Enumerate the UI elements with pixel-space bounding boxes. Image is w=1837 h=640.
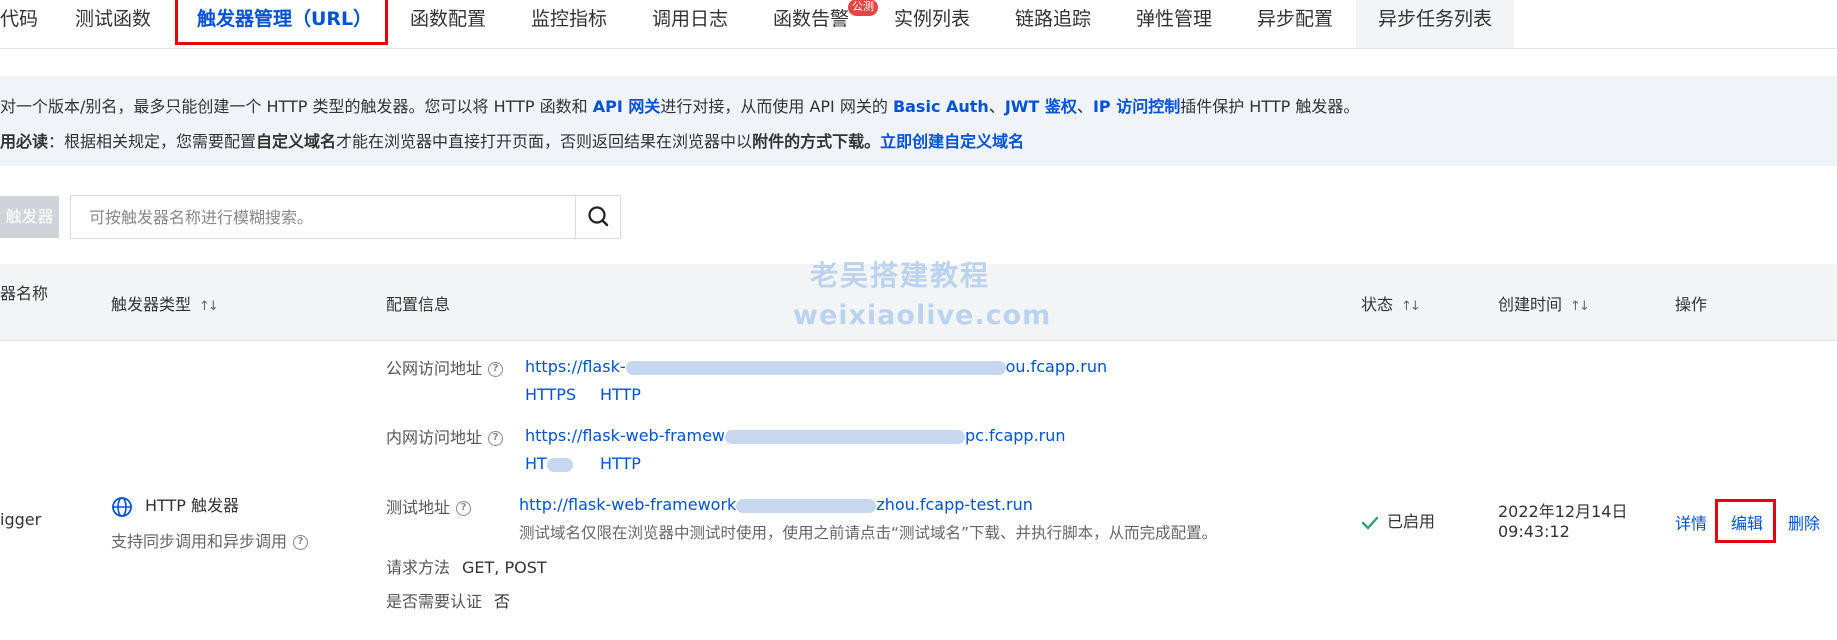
public-http-link[interactable]: HTTP	[600, 385, 641, 404]
tab-monitoring[interactable]: 监控指标	[531, 0, 607, 48]
tab-elastic[interactable]: 弹性管理	[1136, 0, 1212, 48]
tab-function-config[interactable]: 函数配置	[410, 0, 486, 48]
search-button[interactable]	[575, 196, 620, 238]
jwt-auth-link[interactable]: JWT 鉴权	[1005, 97, 1077, 116]
notice-line-2: 用必读：根据相关规定，您需要配置自定义域名才能在浏览器中直接打开页面，否则返回结…	[0, 132, 1025, 151]
auth-required: 是否需要认证否	[386, 592, 511, 611]
public-url-link[interactable]: https://flask-ou.fcapp.run	[525, 357, 1107, 376]
header-trigger-type[interactable]: 触发器类型 ↑↓	[111, 291, 219, 315]
request-method: 请求方法 GET, POST	[386, 558, 547, 577]
active-tab-highlight-box	[175, 0, 388, 45]
search-icon	[588, 206, 609, 227]
notice-line-1: 对一个版本/别名，最多只能创建一个 HTTP 类型的触发器。您可以将 HTTP …	[0, 97, 1360, 116]
redacted-blur	[736, 498, 877, 513]
tab-tracing[interactable]: 链路追踪	[1015, 0, 1091, 48]
trigger-type-note: 支持同步调用和异步调用?	[111, 528, 309, 552]
tab-async-config[interactable]: 异步配置	[1257, 0, 1333, 48]
tab-test-function[interactable]: 测试函数	[75, 0, 151, 48]
help-icon[interactable]: ?	[456, 501, 472, 516]
ip-access-control-link[interactable]: IP 访问控制	[1093, 97, 1180, 116]
edit-highlight-box	[1715, 499, 1776, 543]
test-url-link[interactable]: http://flask-web-framework zhou.fcapp-tes…	[519, 495, 1033, 514]
trigger-type: HTTP 触发器	[111, 492, 239, 518]
tab-invocation-logs[interactable]: 调用日志	[652, 0, 728, 48]
header-status[interactable]: 状态 ↑↓	[1361, 291, 1421, 315]
internal-url-label: 内网访问地址?	[386, 424, 504, 448]
trigger-search-input[interactable]	[71, 196, 576, 238]
tab-function-alerts[interactable]: 函数告警	[773, 0, 849, 48]
beta-badge: 公测	[848, 0, 878, 16]
internal-https-link[interactable]: HT	[525, 454, 573, 473]
header-trigger-name: 器名称	[0, 284, 49, 303]
redacted-blur	[546, 457, 573, 472]
table-header: 器名称 触发器类型 ↑↓ 配置信息 状态 ↑↓ 创建时间 ↑↓ 操作	[0, 264, 1837, 341]
created-time: 09:43:12	[1498, 522, 1570, 541]
internal-http-link[interactable]: HTTP	[600, 454, 641, 473]
created-date: 2022年12月14日	[1498, 502, 1628, 521]
sort-icon[interactable]: ↑↓	[1570, 299, 1590, 314]
detail-link[interactable]: 详情	[1675, 510, 1707, 534]
check-icon	[1361, 516, 1379, 529]
public-url-label: 公网访问地址?	[386, 355, 504, 379]
notice-panel: 对一个版本/别名，最多只能创建一个 HTTP 类型的触发器。您可以将 HTTP …	[0, 76, 1837, 166]
basic-auth-link[interactable]: Basic Auth	[893, 97, 989, 116]
create-trigger-button[interactable]: 触发器	[0, 196, 59, 238]
tab-code[interactable]: 代码	[0, 0, 38, 48]
tab-instances[interactable]: 实例列表	[894, 0, 970, 48]
help-icon[interactable]: ?	[488, 431, 504, 446]
search-box	[70, 195, 621, 239]
sort-icon[interactable]: ↑↓	[199, 299, 219, 314]
trigger-name: igger	[0, 510, 42, 529]
tab-async-tasks[interactable]: 异步任务列表	[1356, 0, 1515, 48]
api-gateway-link[interactable]: API 网关	[593, 97, 661, 116]
sort-icon[interactable]: ↑↓	[1401, 299, 1421, 314]
globe-icon	[112, 496, 132, 517]
redacted-blur	[625, 360, 1006, 375]
internal-url-link[interactable]: https://flask-web-framew pc.fcapp.run	[525, 426, 1066, 445]
redacted-blur	[725, 429, 965, 444]
public-https-link[interactable]: HTTPS	[525, 385, 576, 404]
delete-link[interactable]: 删除	[1788, 510, 1820, 534]
help-icon[interactable]: ?	[293, 535, 309, 550]
create-custom-domain-link[interactable]: 立即创建自定义域名	[880, 132, 1024, 151]
header-config: 配置信息	[386, 295, 451, 314]
header-operations: 操作	[1675, 295, 1708, 314]
help-icon[interactable]: ?	[488, 362, 504, 377]
test-url-label: 测试地址?	[386, 494, 472, 518]
status: 已启用	[1361, 508, 1435, 532]
test-url-note: 测试域名仅限在浏览器中测试时使用，使用之前请点击“测试域名”下载、并执行脚本，从…	[519, 524, 1218, 542]
header-created-time[interactable]: 创建时间 ↑↓	[1498, 291, 1590, 315]
